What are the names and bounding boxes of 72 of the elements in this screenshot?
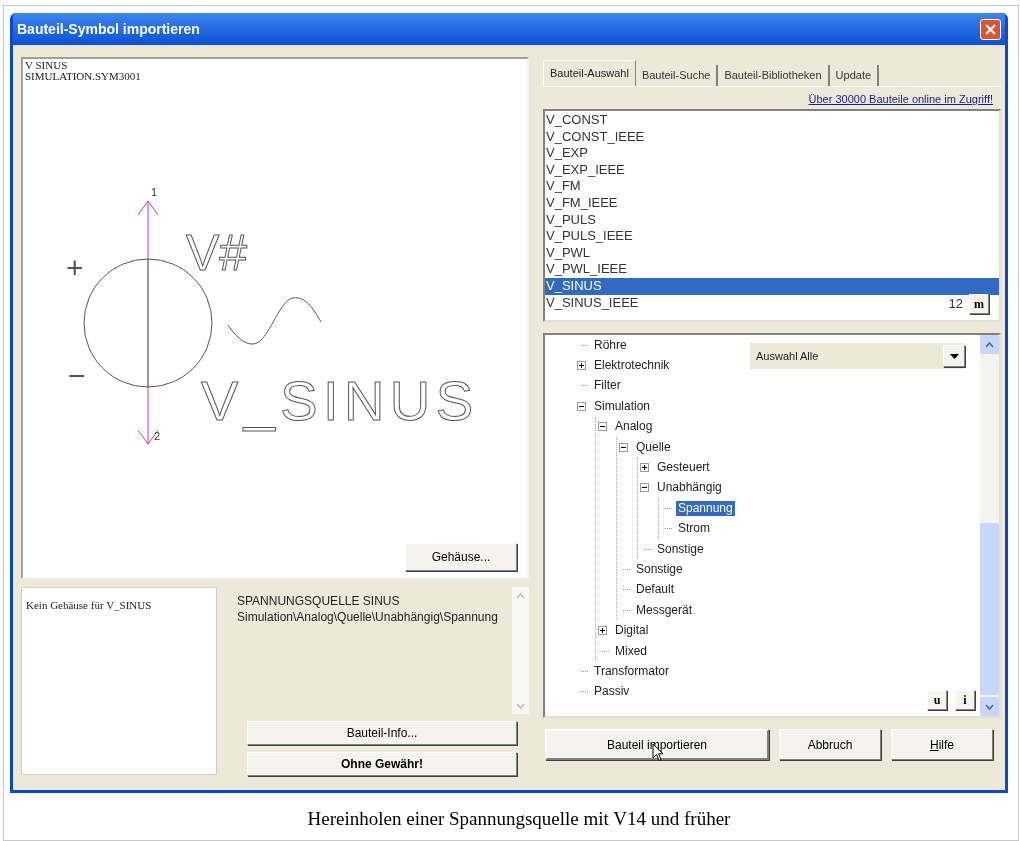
- dialog-button[interactable]: Hilfe: [891, 729, 993, 760]
- collapse-icon[interactable]: [640, 483, 649, 493]
- pin-number: 1: [151, 186, 158, 198]
- expand-icon[interactable]: [598, 626, 607, 636]
- list-item[interactable]: V_FM_IEEE: [545, 194, 619, 212]
- collapse-icon[interactable]: [619, 442, 628, 452]
- tab[interactable]: Bauteil-Suche: [635, 65, 719, 86]
- close-icon[interactable]: [980, 18, 1001, 40]
- tree-item[interactable]: Röhre: [592, 337, 629, 353]
- reference-label: V#: [186, 225, 248, 281]
- list-item[interactable]: V_SINUS_IEEE: [545, 294, 640, 312]
- tree-item[interactable]: Default: [634, 582, 677, 598]
- housing-text: Kein Gehäuse für V_SINUS: [26, 599, 152, 611]
- collapse-icon[interactable]: [577, 401, 586, 411]
- tree-item[interactable]: Digital: [613, 623, 651, 639]
- tab[interactable]: Update: [829, 65, 880, 86]
- scroll-up-icon[interactable]: [980, 335, 999, 354]
- info-button[interactable]: Ohne Gewähr!: [247, 752, 517, 776]
- filter-combo[interactable]: Auswahl Alle: [750, 343, 965, 369]
- list-item[interactable]: V_EXP: [545, 145, 589, 162]
- online-link[interactable]: Über 30000 Bauteile online im Zugriff!: [808, 91, 993, 109]
- list-item[interactable]: V_EXP_IEEE: [545, 161, 626, 179]
- tree-item[interactable]: Simulation: [592, 398, 653, 414]
- expand-icon[interactable]: [640, 463, 649, 473]
- tree-item[interactable]: Analog: [613, 419, 655, 435]
- tree-item[interactable]: Transformator: [592, 663, 671, 679]
- list-item[interactable]: V_PWL_IEEE: [545, 261, 628, 278]
- minus-sign: −: [68, 359, 86, 392]
- list-item[interactable]: V_PULS_IEEE: [545, 228, 634, 245]
- tree-item[interactable]: Messgerät: [634, 602, 695, 618]
- figure-caption: Hereinholen einer Spannungsquelle mit V14 und früher: [306, 807, 731, 831]
- tab[interactable]: Bauteil-Auswahl: [543, 60, 636, 86]
- list-item[interactable]: V_CONST_IEEE: [545, 128, 646, 146]
- tab[interactable]: Bauteil-Bibliotheken: [718, 65, 830, 86]
- tree-item[interactable]: Elektrotechnik: [592, 358, 672, 374]
- tree-item[interactable]: Sonstige: [655, 541, 706, 557]
- tree-item[interactable]: Passiv: [592, 684, 632, 700]
- part-name-label: V_SINUS: [201, 369, 473, 432]
- count-button[interactable]: m: [969, 294, 989, 314]
- description-path: Simulation\Analog\Quelle\Unabhängig\Spannung: [237, 609, 499, 625]
- tree-item[interactable]: Sonstige: [634, 562, 685, 577]
- scrollbar[interactable]: [980, 335, 999, 716]
- housing-button[interactable]: Gehäuse...: [405, 543, 517, 571]
- list-item[interactable]: V_CONST: [545, 112, 609, 129]
- tree-item[interactable]: Unabhängig: [655, 480, 724, 496]
- plus-sign: +: [66, 251, 84, 284]
- scroll-thumb[interactable]: [980, 523, 999, 695]
- tree-item[interactable]: Strom: [676, 521, 712, 537]
- tree-item[interactable]: Quelle: [634, 439, 673, 455]
- symbol-info-text: V SINUS: [25, 60, 69, 71]
- tree-item[interactable]: Mixed: [613, 643, 649, 659]
- dropdown-icon[interactable]: [943, 345, 965, 367]
- pin-number: 2: [154, 430, 161, 442]
- tree-item[interactable]: Gesteuert: [655, 460, 712, 476]
- scroll-down-icon[interactable]: [980, 697, 999, 716]
- symbol-info-text: SIMULATION.SYM3001: [25, 71, 142, 82]
- collapse-icon[interactable]: [598, 422, 607, 432]
- list-item[interactable]: V_FM: [545, 178, 582, 195]
- list-item[interactable]: V_SINUS: [545, 277, 999, 295]
- expand-icon[interactable]: [577, 361, 586, 371]
- dialog-button[interactable]: Abbruch: [779, 729, 881, 760]
- list-item[interactable]: V_PWL: [545, 244, 592, 262]
- tree-item[interactable]: Spannung: [676, 500, 735, 516]
- tool-button[interactable]: i: [955, 690, 975, 710]
- list-item[interactable]: V_PULS: [545, 211, 597, 229]
- count-text: 12: [948, 295, 963, 314]
- description-title: SPANNUNGSQUELLE SINUS: [237, 593, 401, 609]
- window-title: Bauteil-Symbol importieren: [17, 19, 200, 39]
- dialog-button[interactable]: Bauteil importieren: [545, 729, 769, 760]
- tree-item[interactable]: Filter: [592, 378, 623, 394]
- info-button[interactable]: Bauteil-Info...: [247, 721, 517, 745]
- tool-button[interactable]: u: [927, 690, 947, 710]
